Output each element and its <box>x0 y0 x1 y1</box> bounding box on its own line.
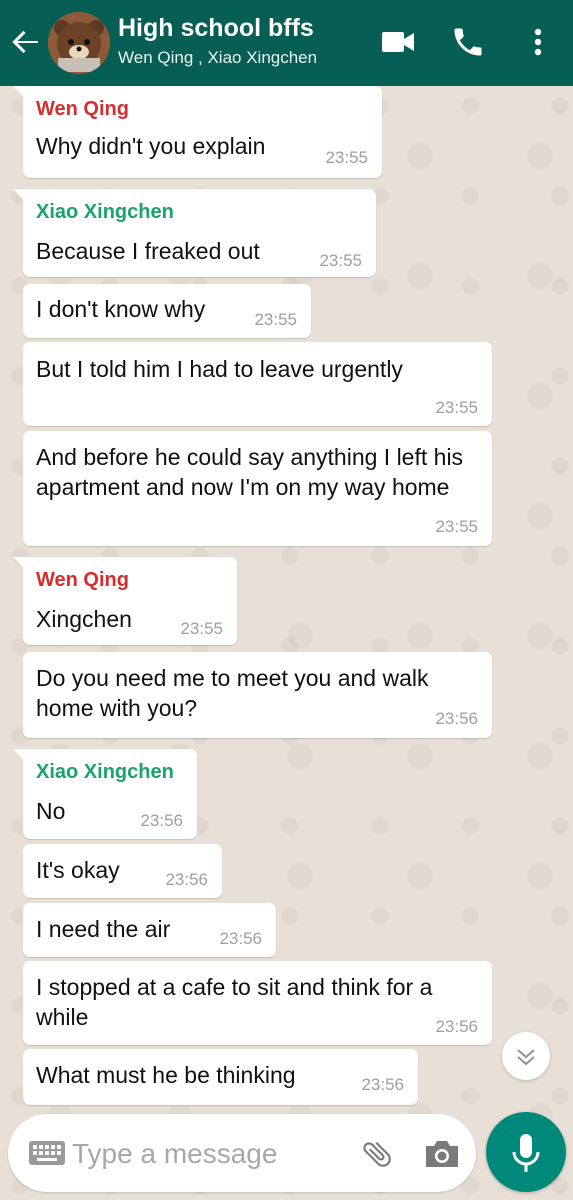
bubble-tail <box>13 749 25 761</box>
message-bubble[interactable]: Xiao Xingchen No 23:56 <box>13 749 197 839</box>
back-button[interactable] <box>8 24 44 60</box>
group-avatar[interactable] <box>48 12 110 74</box>
more-vertical-icon <box>534 28 542 56</box>
chat-header: High school bffs Wen Qing , Xiao Xingche… <box>0 0 573 86</box>
message-bubble[interactable]: Do you need me to meet you and walk home… <box>23 652 492 738</box>
message-time: 23:56 <box>219 929 262 948</box>
message-time: 23:55 <box>435 398 478 417</box>
message-text: And before he could say anything I left … <box>36 444 464 500</box>
message-sender[interactable]: Xiao Xingchen <box>36 201 174 224</box>
message-text: I stopped at a cafe to sit and think for… <box>36 974 433 1030</box>
message-time: 23:55 <box>325 148 368 167</box>
bubble-tail <box>13 189 25 201</box>
chevron-double-down-icon <box>517 1049 535 1066</box>
message-bubble[interactable]: Wen Qing Why didn't you explain 23:55 <box>13 86 382 178</box>
chat-title[interactable]: High school bffs <box>118 14 314 43</box>
arrow-left-icon <box>12 30 39 54</box>
message-bubble[interactable]: I need the air 23:56 <box>23 903 276 957</box>
message-sender[interactable]: Wen Qing <box>36 98 129 121</box>
attach-button[interactable] <box>360 1136 394 1172</box>
message-time: 23:56 <box>361 1075 404 1094</box>
message-text: Why didn't you explain <box>36 133 266 159</box>
message-time: 23:56 <box>165 870 208 889</box>
camera-icon <box>426 1141 458 1167</box>
video-camera-icon <box>382 32 414 52</box>
message-time: 23:55 <box>180 619 223 638</box>
message-time: 23:55 <box>319 251 362 270</box>
message-input[interactable]: Type a message <box>72 1138 277 1170</box>
message-text: Because I freaked out <box>36 238 260 264</box>
bubble-tail <box>13 86 25 98</box>
microphone-icon <box>512 1134 540 1172</box>
scroll-to-bottom-button[interactable] <box>502 1032 550 1080</box>
message-time: 23:56 <box>140 811 183 830</box>
more-options-button[interactable] <box>524 24 552 60</box>
message-time: 23:56 <box>435 709 478 728</box>
message-bubble[interactable]: And before he could say anything I left … <box>23 431 492 546</box>
camera-button[interactable] <box>422 1138 462 1170</box>
message-time: 23:56 <box>435 1017 478 1036</box>
message-bubble[interactable]: I don't know why 23:55 <box>23 284 311 338</box>
message-time: 23:55 <box>254 310 297 329</box>
message-bubble[interactable]: I stopped at a cafe to sit and think for… <box>23 961 492 1045</box>
message-bubble[interactable]: But I told him I had to leave urgently 2… <box>23 342 492 426</box>
message-bubble[interactable]: What must he be thinking 23:56 <box>23 1049 418 1105</box>
phone-icon <box>454 28 482 56</box>
bear-avatar-icon <box>48 12 110 74</box>
voice-message-button[interactable] <box>486 1112 566 1192</box>
message-input-bar[interactable]: Type a message <box>8 1114 476 1192</box>
voice-call-button[interactable] <box>450 24 486 60</box>
message-text: But I told him I had to leave urgently <box>36 356 403 382</box>
paperclip-icon <box>363 1141 391 1167</box>
bubble-tail <box>13 557 25 569</box>
message-time: 23:55 <box>435 517 478 536</box>
message-sender[interactable]: Wen Qing <box>36 569 129 592</box>
keyboard-icon[interactable] <box>28 1140 66 1166</box>
message-sender[interactable]: Xiao Xingchen <box>36 761 174 784</box>
message-bubble[interactable]: Xiao Xingchen Because I freaked out 23:5… <box>13 189 376 277</box>
chat-participants[interactable]: Wen Qing , Xiao Xingchen <box>118 48 317 68</box>
message-text: Do you need me to meet you and walk home… <box>36 665 429 721</box>
message-bubble[interactable]: Wen Qing Xingchen 23:55 <box>13 557 237 645</box>
message-bubble[interactable]: It's okay 23:56 <box>23 844 222 898</box>
video-call-button[interactable] <box>380 26 416 58</box>
message-text: What must he be thinking <box>36 1062 296 1088</box>
